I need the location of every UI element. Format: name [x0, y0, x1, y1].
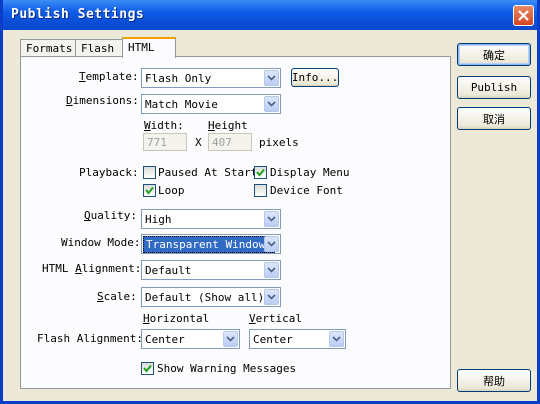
dimension-x-label: X [195, 136, 202, 149]
device-font-label: Device Font [270, 184, 343, 197]
info-button-label: Info... [291, 71, 339, 84]
close-button[interactable] [513, 5, 534, 26]
vertical-label: Vertical [249, 312, 302, 325]
chevron-down-icon [264, 96, 279, 112]
checkmark-icon [143, 364, 152, 373]
quality-select[interactable]: High [141, 209, 281, 229]
quality-label: Quality: [84, 209, 137, 222]
display-menu-label: Display Menu [270, 166, 350, 179]
scale-label: Scale: [97, 290, 137, 303]
dimensions-label: Dimensions: [66, 94, 139, 107]
tab-formats[interactable]: Formats [20, 39, 76, 56]
display-menu-checkbox[interactable] [254, 166, 267, 179]
template-value: Flash Only [145, 72, 212, 85]
horizontal-label: Horizontal [143, 312, 210, 325]
html-alignment-select[interactable]: Default [141, 260, 281, 280]
scale-value: Default (Show all) [145, 291, 265, 304]
chevron-down-icon [264, 211, 279, 227]
quality-value: High [145, 213, 172, 226]
html-settings-panel: Template: Flash Only Info... Dimensions:… [20, 56, 451, 389]
window-mode-select[interactable]: Transparent Windowl [141, 234, 281, 254]
publish-settings-window: Publish Settings Formats Flash HTML Temp… [0, 0, 540, 404]
template-label: Template: [79, 70, 139, 83]
ok-button[interactable]: 确定 [457, 43, 531, 66]
info-button[interactable]: Info... [291, 68, 339, 87]
pixels-label: pixels [259, 136, 299, 149]
help-button-label: 帮助 [483, 374, 505, 388]
window-mode-value: Transparent Windowl [143, 236, 275, 253]
tab-html-label: HTML [128, 41, 155, 54]
dimensions-value: Match Movie [145, 98, 218, 111]
window-title: Publish Settings [11, 7, 145, 22]
chevron-down-icon [264, 236, 279, 252]
scale-select[interactable]: Default (Show all) [141, 287, 281, 307]
template-select[interactable]: Flash Only [141, 68, 281, 88]
chevron-down-icon [329, 331, 344, 347]
dimensions-select[interactable]: Match Movie [141, 94, 281, 114]
publish-button-label: Publish [470, 81, 518, 94]
publish-button[interactable]: Publish [457, 76, 531, 99]
width-field[interactable]: 771 [143, 133, 187, 151]
cancel-button-label: 取消 [483, 112, 505, 126]
tab-flash-label: Flash [81, 42, 115, 55]
paused-at-start-checkbox[interactable] [143, 166, 156, 179]
window-mode-label: Window Mode: [61, 236, 141, 249]
checkmark-icon [145, 186, 154, 195]
loop-checkbox[interactable] [143, 184, 156, 197]
show-warnings-label: Show Warning Messages [157, 362, 297, 375]
close-icon [518, 10, 529, 21]
tab-html[interactable]: HTML [122, 37, 176, 58]
vertical-alignment-select[interactable]: Center [249, 329, 346, 349]
height-label: Height [208, 119, 248, 132]
help-button[interactable]: 帮助 [457, 369, 531, 392]
paused-at-start-label: Paused At Start [158, 166, 258, 179]
playback-label: Playback: [79, 166, 139, 179]
horizontal-alignment-value: Center [145, 333, 185, 346]
tab-flash[interactable]: Flash [75, 39, 123, 56]
tab-formats-label: Formats [26, 42, 73, 55]
chevron-down-icon [264, 70, 279, 86]
horizontal-alignment-select[interactable]: Center [141, 329, 240, 349]
checkmark-icon [256, 168, 265, 177]
cancel-button[interactable]: 取消 [457, 107, 531, 130]
vertical-alignment-value: Center [253, 333, 293, 346]
height-field[interactable]: 407 [208, 133, 252, 151]
html-alignment-label: HTML Alignment: [42, 262, 142, 275]
ok-button-label: 确定 [483, 48, 505, 62]
loop-label: Loop [158, 184, 185, 197]
html-alignment-value: Default [145, 264, 192, 277]
title-bar[interactable]: Publish Settings [3, 0, 537, 30]
chevron-down-icon [223, 331, 238, 347]
chevron-down-icon [264, 262, 279, 278]
chevron-down-icon [264, 289, 279, 305]
device-font-checkbox[interactable] [254, 184, 267, 197]
width-label: Width: [144, 119, 184, 132]
show-warnings-checkbox[interactable] [141, 362, 154, 375]
flash-alignment-label: Flash Alignment: [37, 332, 143, 345]
